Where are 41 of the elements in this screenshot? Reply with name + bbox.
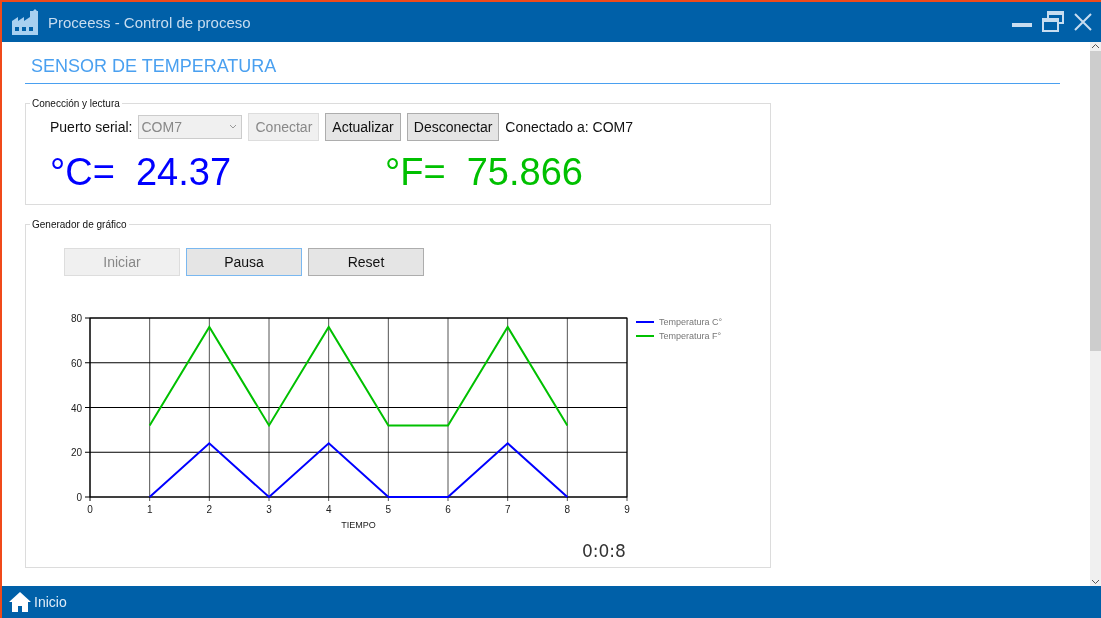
home-link[interactable]: Inicio — [8, 590, 67, 614]
axis-tick-label: 1 — [146, 504, 153, 515]
temperature-reading: °F= 75.866 — [385, 151, 584, 194]
action-button[interactable]: Desconectar — [406, 113, 500, 141]
axis-title: TIEMPO — [341, 520, 376, 530]
axis-tick-label: 5 — [385, 504, 392, 515]
elapsed-timer: 0:0:8 — [582, 541, 626, 561]
axis-tick-label: 9 — [624, 504, 630, 515]
axis-tick-label: 2 — [206, 504, 213, 515]
home-icon — [8, 590, 32, 614]
axis-tick-label: 40 — [70, 402, 82, 414]
page-heading: SENSOR DE TEMPERATURA — [25, 56, 1060, 84]
chart-button[interactable]: Pausa — [186, 248, 302, 276]
axis-tick-label: 20 — [70, 447, 82, 459]
group-title: Generador de gráfico — [31, 219, 128, 230]
chart-button[interactable]: Reset — [308, 248, 424, 276]
group-title: Conección y lectura — [31, 98, 121, 109]
scrollbar[interactable] — [1090, 42, 1101, 586]
temperature-reading: °C= 24.37 — [50, 151, 233, 194]
axis-tick-label: 80 — [70, 313, 82, 324]
action-button[interactable]: Actualizar — [325, 113, 401, 141]
window-title: Proceess - Control de proceso — [48, 13, 252, 31]
axis-tick-label: 60 — [70, 357, 82, 369]
port-label: Puerto serial: — [50, 119, 133, 135]
factory-icon — [10, 7, 40, 37]
axis-tick-label: 6 — [445, 504, 451, 515]
axis-tick-label: 0 — [87, 504, 93, 515]
legend-label: Temperatura F° — [659, 331, 722, 341]
close-icon[interactable] — [1073, 12, 1093, 32]
axis-tick-label: 8 — [564, 504, 571, 515]
scroll-down-icon[interactable] — [1091, 577, 1100, 586]
legend-label: Temperatura C° — [659, 317, 723, 327]
restore-icon[interactable] — [1041, 10, 1065, 34]
axis-tick-label: 0 — [76, 492, 82, 503]
scroll-up-icon[interactable] — [1091, 42, 1100, 51]
scroll-thumb[interactable] — [1090, 51, 1101, 351]
chevron-icon — [229, 124, 238, 130]
axis-tick-label: 7 — [504, 504, 511, 515]
connection-status: Conectado a: COM7 — [505, 119, 633, 135]
axis-tick-label: 4 — [325, 504, 332, 515]
axis-tick-label: 3 — [266, 504, 272, 515]
